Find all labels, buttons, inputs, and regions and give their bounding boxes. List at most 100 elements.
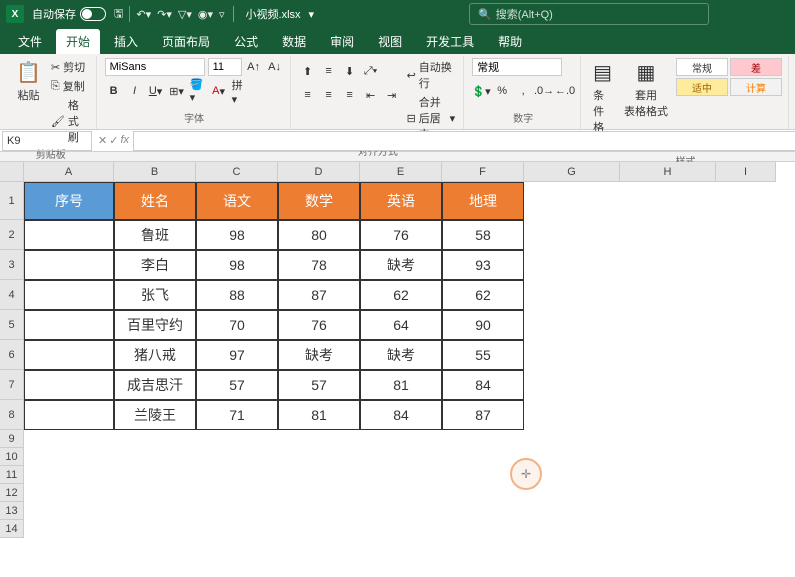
italic-button[interactable]: I bbox=[126, 82, 144, 100]
style-good[interactable]: 适中 bbox=[676, 78, 728, 96]
font-color-button[interactable]: A▾ bbox=[210, 82, 228, 100]
percent-icon[interactable]: % bbox=[493, 82, 511, 100]
name-box[interactable]: K9 bbox=[2, 131, 92, 151]
cell-E7[interactable]: 81 bbox=[360, 370, 442, 400]
row-header-8[interactable]: 8 bbox=[0, 400, 24, 430]
cell-B3[interactable]: 李白 bbox=[114, 250, 196, 280]
cell-C8[interactable]: 71 bbox=[196, 400, 278, 430]
orientation-icon[interactable]: ⤢▾ bbox=[362, 62, 380, 80]
cell-C4[interactable]: 88 bbox=[196, 280, 278, 310]
cell-F1[interactable]: 地理 bbox=[442, 182, 524, 220]
comma-icon[interactable]: , bbox=[514, 82, 532, 100]
column-header-H[interactable]: H bbox=[620, 162, 716, 182]
cell-B4[interactable]: 张飞 bbox=[114, 280, 196, 310]
phonetic-button[interactable]: 拼▾ bbox=[231, 82, 249, 100]
indent-right-icon[interactable]: ⇥ bbox=[383, 86, 401, 104]
font-name-select[interactable] bbox=[105, 58, 205, 76]
row-header-12[interactable]: 12 bbox=[0, 484, 24, 502]
cancel-formula-icon[interactable]: ✕ bbox=[98, 134, 107, 147]
undo-icon[interactable]: ↶▾ bbox=[136, 8, 151, 21]
cell-A8[interactable] bbox=[24, 400, 114, 430]
cell-B7[interactable]: 成吉思汗 bbox=[114, 370, 196, 400]
row-header-14[interactable]: 14 bbox=[0, 520, 24, 538]
cell-C6[interactable]: 97 bbox=[196, 340, 278, 370]
align-left-icon[interactable]: ≡ bbox=[299, 86, 317, 104]
cell-D6[interactable]: 缺考 bbox=[278, 340, 360, 370]
tab-公式[interactable]: 公式 bbox=[224, 29, 268, 54]
column-header-G[interactable]: G bbox=[524, 162, 620, 182]
column-header-A[interactable]: A bbox=[24, 162, 114, 182]
copy-button[interactable]: ⎘复制 bbox=[49, 77, 90, 95]
filter-icon[interactable]: ▽▾ bbox=[178, 8, 192, 21]
cell-C7[interactable]: 57 bbox=[196, 370, 278, 400]
row-header-10[interactable]: 10 bbox=[0, 448, 24, 466]
cut-button[interactable]: ✂剪切 bbox=[49, 58, 90, 76]
column-header-I[interactable]: I bbox=[716, 162, 776, 182]
decrease-decimal-icon[interactable]: ←.0 bbox=[556, 82, 574, 100]
redo-icon[interactable]: ↷▾ bbox=[157, 8, 172, 21]
align-center-icon[interactable]: ≡ bbox=[320, 86, 338, 104]
cell-B2[interactable]: 鲁班 bbox=[114, 220, 196, 250]
cell-E1[interactable]: 英语 bbox=[360, 182, 442, 220]
align-right-icon[interactable]: ≡ bbox=[341, 86, 359, 104]
row-header-5[interactable]: 5 bbox=[0, 310, 24, 340]
tab-开始[interactable]: 开始 bbox=[56, 29, 100, 54]
formula-input[interactable] bbox=[133, 131, 795, 151]
cell-A6[interactable] bbox=[24, 340, 114, 370]
cell-E5[interactable]: 64 bbox=[360, 310, 442, 340]
cell-B8[interactable]: 兰陵王 bbox=[114, 400, 196, 430]
cell-A1[interactable]: 序号 bbox=[24, 182, 114, 220]
enter-formula-icon[interactable]: ✓ bbox=[109, 134, 118, 147]
cell-A4[interactable] bbox=[24, 280, 114, 310]
column-header-C[interactable]: C bbox=[196, 162, 278, 182]
tab-审阅[interactable]: 审阅 bbox=[320, 29, 364, 54]
row-header-7[interactable]: 7 bbox=[0, 370, 24, 400]
tab-文件[interactable]: 文件 bbox=[8, 29, 52, 54]
filename-label[interactable]: 小视频.xlsx bbox=[246, 6, 301, 22]
increase-decimal-icon[interactable]: .0→ bbox=[535, 82, 553, 100]
save-icon[interactable]: 🖫 bbox=[114, 5, 123, 24]
cell-F3[interactable]: 93 bbox=[442, 250, 524, 280]
border-button[interactable]: ⊞▾ bbox=[168, 82, 186, 100]
cell-B6[interactable]: 猪八戒 bbox=[114, 340, 196, 370]
chevron-down-icon[interactable]: ▾ bbox=[309, 8, 315, 21]
autosave-toggle[interactable]: 自动保存 bbox=[32, 6, 106, 22]
tab-数据[interactable]: 数据 bbox=[272, 29, 316, 54]
cell-B1[interactable]: 姓名 bbox=[114, 182, 196, 220]
table-format-button[interactable]: ▦ 套用 表格格式 bbox=[620, 58, 672, 121]
number-format-select[interactable] bbox=[472, 58, 562, 76]
cell-D5[interactable]: 76 bbox=[278, 310, 360, 340]
decrease-font-icon[interactable]: A↓ bbox=[266, 58, 284, 76]
cell-E2[interactable]: 76 bbox=[360, 220, 442, 250]
cell-E3[interactable]: 缺考 bbox=[360, 250, 442, 280]
row-header-1[interactable]: 1 bbox=[0, 182, 24, 220]
cell-D4[interactable]: 87 bbox=[278, 280, 360, 310]
column-header-B[interactable]: B bbox=[114, 162, 196, 182]
column-header-D[interactable]: D bbox=[278, 162, 360, 182]
cell-F6[interactable]: 55 bbox=[442, 340, 524, 370]
align-bottom-icon[interactable]: ⬇ bbox=[341, 62, 359, 80]
cell-F4[interactable]: 62 bbox=[442, 280, 524, 310]
wrap-text-button[interactable]: ↩自动换行 bbox=[405, 58, 458, 92]
font-size-select[interactable] bbox=[208, 58, 242, 76]
paste-button[interactable]: 📋 粘贴 bbox=[12, 58, 45, 105]
row-header-9[interactable]: 9 bbox=[0, 430, 24, 448]
cell-D2[interactable]: 80 bbox=[278, 220, 360, 250]
cell-D8[interactable]: 81 bbox=[278, 400, 360, 430]
fx-icon[interactable]: fx bbox=[120, 134, 129, 147]
cell-F2[interactable]: 58 bbox=[442, 220, 524, 250]
indent-left-icon[interactable]: ⇤ bbox=[362, 86, 380, 104]
cell-C3[interactable]: 98 bbox=[196, 250, 278, 280]
cell-A2[interactable] bbox=[24, 220, 114, 250]
search-box[interactable]: 🔍 搜索(Alt+Q) bbox=[469, 3, 709, 25]
camera-icon[interactable]: ◉▾ bbox=[198, 8, 213, 21]
cell-D1[interactable]: 数学 bbox=[278, 182, 360, 220]
more-icon[interactable]: ▿ bbox=[219, 8, 225, 21]
tab-帮助[interactable]: 帮助 bbox=[488, 29, 532, 54]
cell-E4[interactable]: 62 bbox=[360, 280, 442, 310]
cell-C2[interactable]: 98 bbox=[196, 220, 278, 250]
row-header-11[interactable]: 11 bbox=[0, 466, 24, 484]
fill-color-button[interactable]: 🪣▾ bbox=[189, 82, 207, 100]
cell-E6[interactable]: 缺考 bbox=[360, 340, 442, 370]
cell-A3[interactable] bbox=[24, 250, 114, 280]
